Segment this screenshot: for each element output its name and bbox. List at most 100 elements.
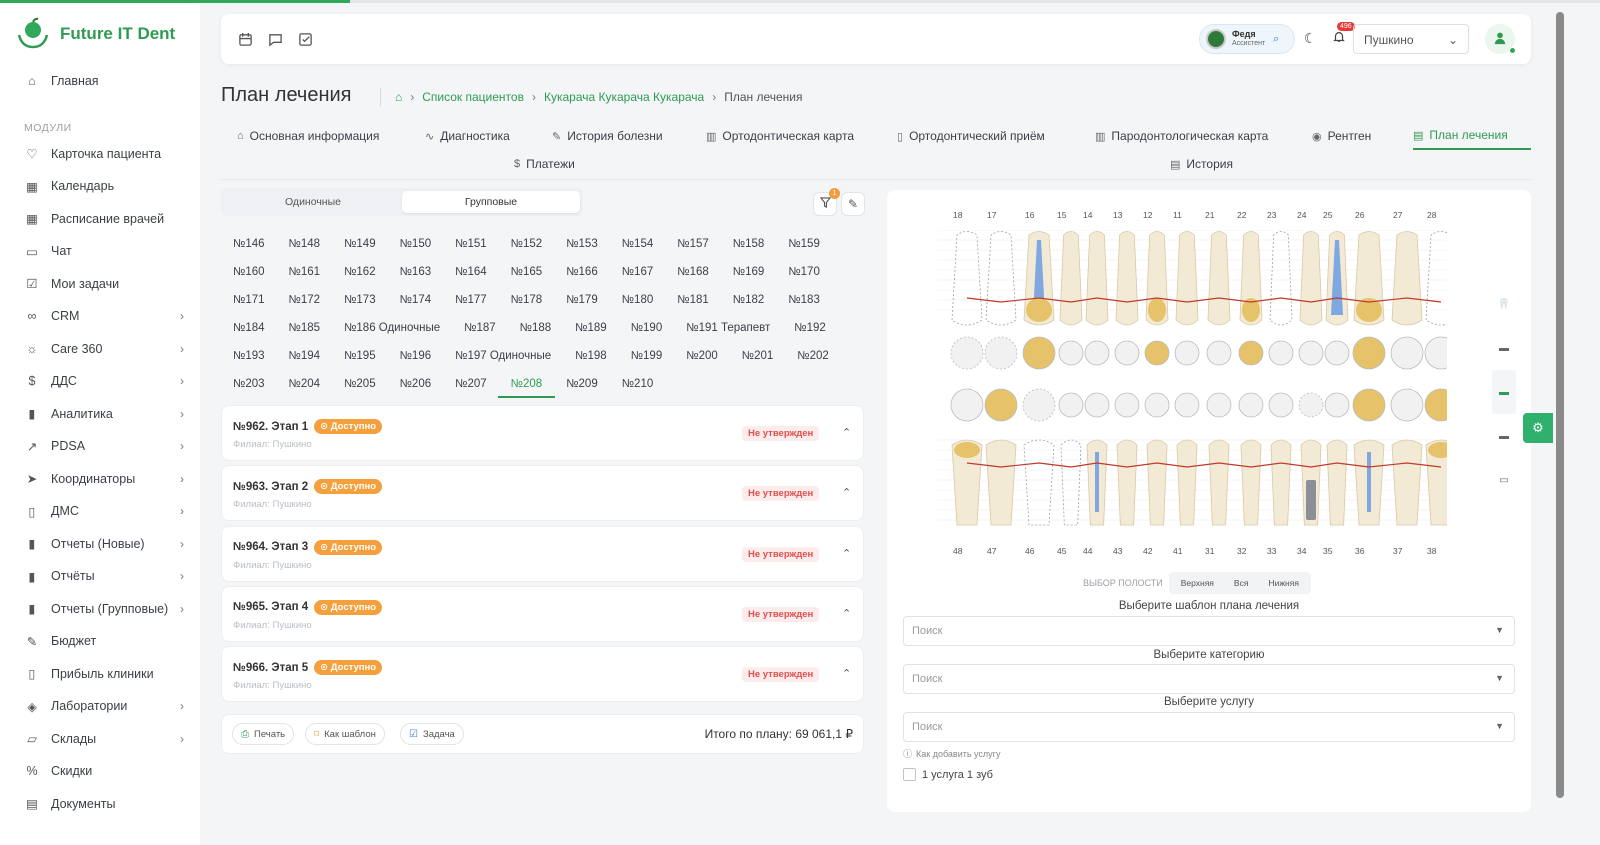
chevron-up-icon[interactable]: ⌃ <box>842 486 851 499</box>
plan-chip[interactable]: №149 <box>344 230 376 258</box>
lower-tooth[interactable] <box>1391 439 1423 526</box>
plan-chip[interactable]: №206 <box>400 370 432 398</box>
tooth-number[interactable]: 48 <box>953 546 962 556</box>
plan-chip[interactable]: №207 <box>455 370 487 398</box>
upper-occlusal-tooth[interactable] <box>1424 336 1447 370</box>
calendar-icon[interactable] <box>235 29 255 49</box>
tooth-number[interactable]: 12 <box>1143 210 1152 220</box>
tooth-number[interactable]: 34 <box>1297 546 1306 556</box>
upper-occlusal-tooth[interactable] <box>1324 340 1350 366</box>
lower-occlusal-tooth[interactable] <box>984 388 1018 422</box>
bell-icon[interactable]: 496 <box>1332 22 1355 47</box>
sidebar-item-16[interactable]: ▯ Прибыль клиники <box>0 658 200 691</box>
lower-tooth[interactable] <box>1060 439 1082 526</box>
plan-chip[interactable]: №146 <box>233 230 265 258</box>
sidebar-item-8[interactable]: ▮ Аналитика › <box>0 398 200 431</box>
sidebar-item-14[interactable]: ▮ Отчеты (Групповые) › <box>0 593 200 626</box>
sidebar-item-17[interactable]: ◈ Лаборатории › <box>0 690 200 723</box>
plan-chip[interactable]: №161 <box>289 258 321 286</box>
upper-occlusal-tooth[interactable] <box>1058 340 1084 366</box>
plan-chip[interactable]: №197 Одиночные <box>455 342 551 370</box>
lower-tooth[interactable] <box>1270 439 1292 526</box>
upper-occlusal-tooth[interactable] <box>1268 340 1294 366</box>
toggle-group[interactable]: Групповые <box>402 191 580 213</box>
plan-chip[interactable]: №179 <box>566 286 598 314</box>
collapse-icon[interactable]: ▭ <box>1492 458 1516 502</box>
lower-occlusal-tooth[interactable] <box>1238 392 1264 418</box>
home-icon[interactable]: ⌂ <box>395 90 402 104</box>
upper-occlusal-tooth[interactable] <box>1298 340 1324 366</box>
sidebar-item-9[interactable]: ↗ PDSA › <box>0 430 200 463</box>
upper-occlusal-tooth[interactable] <box>1206 340 1232 366</box>
plan-chip[interactable]: №157 <box>677 230 709 258</box>
stage-card[interactable]: №966. Этап 5 ⊙ Доступно Филиал: Пушкино Не … <box>221 646 864 703</box>
sidebar-item-3[interactable]: ▭ Чат <box>0 235 200 268</box>
user-chip[interactable]: Федя Ассистент ⌕ <box>1199 24 1295 54</box>
tooth-number[interactable]: 18 <box>953 210 962 220</box>
lower-occlusal-tooth[interactable] <box>1206 392 1232 418</box>
plan-chip[interactable]: №169 <box>733 258 765 286</box>
plan-chip[interactable]: №191 Терапевт <box>686 314 770 342</box>
plan-chip[interactable]: №164 <box>455 258 487 286</box>
lower-occlusal-tooth[interactable] <box>1268 392 1294 418</box>
tooth-number[interactable]: 36 <box>1355 546 1364 556</box>
upper-occlusal-tooth[interactable] <box>1238 340 1264 366</box>
plan-chip[interactable]: №166 <box>566 258 598 286</box>
sidebar-item-10[interactable]: ➤ Координаторы › <box>0 463 200 496</box>
upper-tooth[interactable] <box>1299 231 1323 326</box>
chevron-up-icon[interactable]: ⌃ <box>842 607 851 620</box>
sidebar-item-15[interactable]: ✎ Бюджет <box>0 625 200 658</box>
sidebar-item-19[interactable]: % Скидки <box>0 755 200 788</box>
tooth-number[interactable]: 14 <box>1083 210 1092 220</box>
crown-row-icon[interactable]: ▬ <box>1492 370 1516 414</box>
tooth-number[interactable]: 42 <box>1143 546 1152 556</box>
stage-card[interactable]: №963. Этап 2 ⊙ Доступно Филиал: Пушкино Не … <box>221 465 864 522</box>
plan-chip[interactable]: №160 <box>233 258 265 286</box>
upper-tooth[interactable] <box>1269 231 1293 326</box>
plan-chip[interactable]: №183 <box>788 286 820 314</box>
plan-chip[interactable]: №189 <box>575 314 607 342</box>
upper-occlusal-tooth[interactable] <box>950 336 984 370</box>
service-select[interactable]: Поиск ▼ <box>903 712 1515 742</box>
plan-chip[interactable]: №154 <box>622 230 654 258</box>
plan-chip[interactable]: №195 <box>344 342 376 370</box>
tooth-number[interactable]: 27 <box>1393 210 1402 220</box>
chevron-up-icon[interactable]: ⌃ <box>842 547 851 560</box>
tab-medical-history[interactable]: ✎ История болезни <box>552 122 663 150</box>
tab-main-info[interactable]: ⌂ Основная информация <box>237 122 379 150</box>
sidebar-item-home[interactable]: ⌂ Главная <box>0 65 200 98</box>
plan-chip[interactable]: №167 <box>622 258 654 286</box>
lower-tooth[interactable] <box>1208 439 1230 526</box>
chat-icon[interactable] <box>265 29 285 49</box>
plan-chip[interactable]: №181 <box>677 286 709 314</box>
tooth-number[interactable]: 26 <box>1355 210 1364 220</box>
settings-gear-icon[interactable]: ⚙ <box>1523 413 1553 443</box>
tab-treatment-plan[interactable]: ▤ План лечения <box>1413 122 1531 150</box>
tooth-number[interactable]: 44 <box>1083 546 1092 556</box>
implant-mark[interactable] <box>1306 480 1316 520</box>
tooth-number[interactable]: 32 <box>1237 546 1246 556</box>
stage-card[interactable]: №965. Этап 4 ⊙ Доступно Филиал: Пушкино Не … <box>221 585 864 642</box>
plan-chip[interactable]: №168 <box>677 258 709 286</box>
plan-chip[interactable]: №201 <box>742 342 774 370</box>
tooth-number[interactable]: 33 <box>1267 546 1276 556</box>
filling-mark[interactable] <box>954 442 980 458</box>
plan-chip[interactable]: №185 <box>289 314 321 342</box>
plan-chip[interactable]: №200 <box>686 342 718 370</box>
lower-occlusal-tooth[interactable] <box>1058 392 1084 418</box>
lower-tooth[interactable] <box>1116 439 1138 526</box>
template-select[interactable]: Поиск ▼ <box>903 616 1515 646</box>
sidebar-item-11[interactable]: ▯ ДМС › <box>0 495 200 528</box>
plan-chip[interactable]: №178 <box>511 286 543 314</box>
tab-history[interactable]: ▤ История <box>1170 150 1233 178</box>
plan-chip[interactable]: №172 <box>289 286 321 314</box>
plan-chip[interactable]: №182 <box>733 286 765 314</box>
lower-tooth[interactable] <box>1146 439 1168 526</box>
upper-tooth[interactable] <box>1175 231 1199 326</box>
plan-chip[interactable]: №165 <box>511 258 543 286</box>
plan-chip[interactable]: №190 <box>631 314 663 342</box>
upper-tooth[interactable] <box>985 231 1017 326</box>
brand-logo[interactable]: Future IT Dent <box>0 3 200 65</box>
lower-tooth[interactable] <box>1176 439 1198 526</box>
plan-chip[interactable]: №151 <box>455 230 487 258</box>
